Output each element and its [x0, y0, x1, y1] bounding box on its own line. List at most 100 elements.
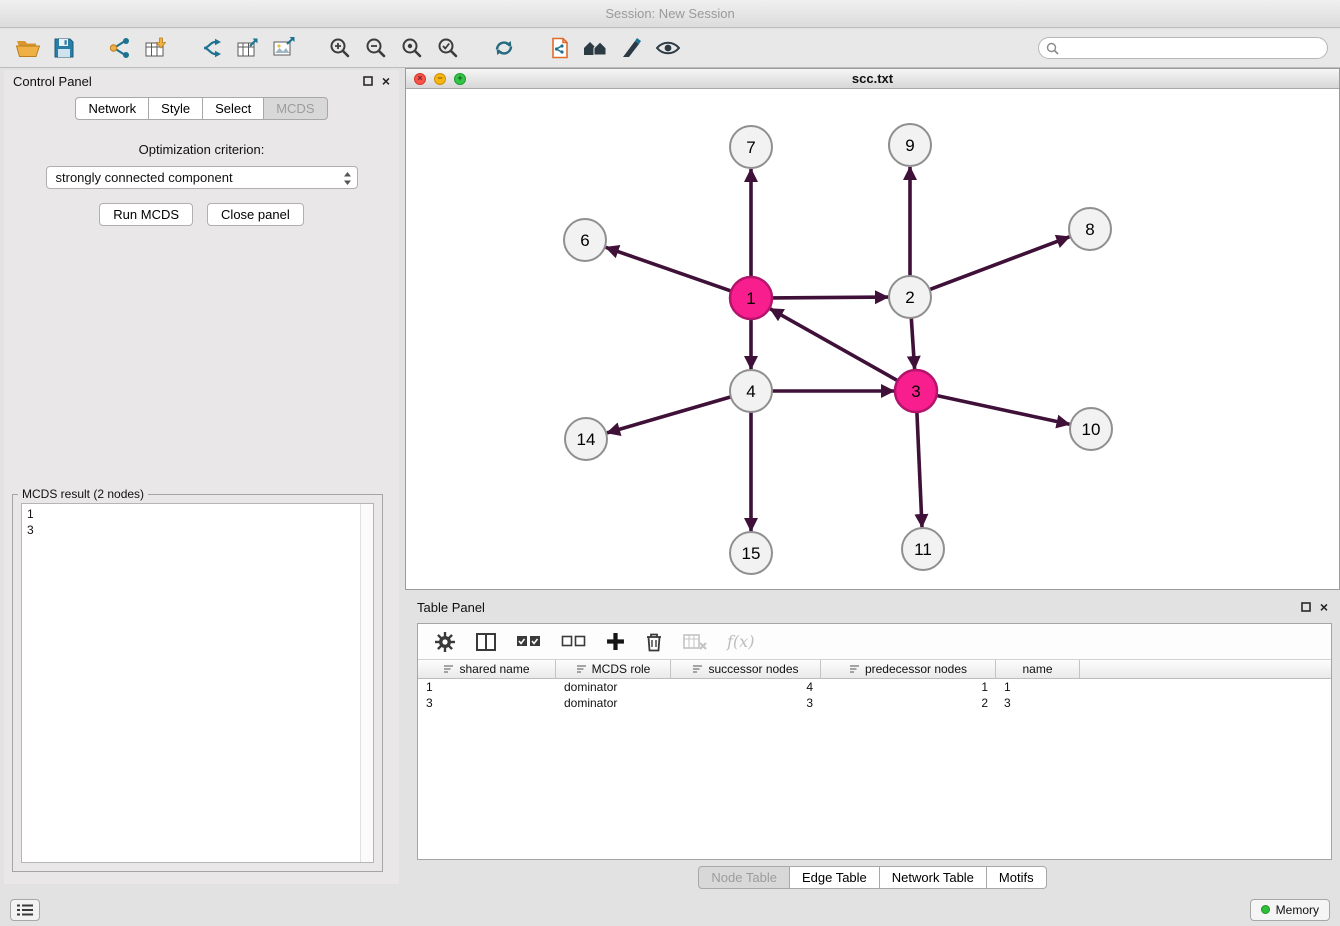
- search-box[interactable]: [1038, 37, 1328, 59]
- function-builder-button: f(x): [727, 632, 754, 651]
- graph-node-6[interactable]: 6: [564, 219, 606, 261]
- result-line: 3: [27, 522, 368, 538]
- import-table-button[interactable]: [138, 32, 174, 64]
- search-icon: [1046, 42, 1059, 55]
- optimization-select[interactable]: strongly connected component: [46, 166, 358, 189]
- tab-edge-table[interactable]: Edge Table: [789, 866, 880, 889]
- network-window-titlebar[interactable]: × − + scc.txt: [406, 69, 1339, 89]
- zoom-in-button[interactable]: [322, 32, 358, 64]
- control-panel: Control Panel × Network Style Select MCD…: [4, 70, 399, 884]
- zoom-fit-button[interactable]: [394, 32, 430, 64]
- graph-node-9[interactable]: 9: [889, 124, 931, 166]
- tab-style[interactable]: Style: [148, 97, 203, 120]
- graph-edge-4-14[interactable]: [607, 397, 731, 433]
- result-scrollbar[interactable]: [360, 504, 373, 862]
- column-header-successor-nodes[interactable]: successor nodes: [671, 660, 821, 678]
- column-header-shared-name[interactable]: shared name: [418, 660, 556, 678]
- graph-edge-3-10[interactable]: [937, 396, 1070, 425]
- table-cell[interactable]: 4: [671, 679, 821, 695]
- zoom-fit-icon: [400, 36, 424, 60]
- close-panel-icon[interactable]: ×: [382, 74, 390, 88]
- show-all-button[interactable]: [578, 32, 614, 64]
- add-column-button[interactable]: [606, 632, 625, 651]
- new-network-button[interactable]: [194, 32, 230, 64]
- graph-edge-1-6[interactable]: [606, 247, 731, 291]
- graph-node-10[interactable]: 10: [1070, 408, 1112, 450]
- graph-node-1[interactable]: 1: [730, 277, 772, 319]
- graph-node-7[interactable]: 7: [730, 126, 772, 168]
- column-header-mcds-role[interactable]: MCDS role: [556, 660, 671, 678]
- table-cell[interactable]: 3: [418, 695, 556, 711]
- run-mcds-button[interactable]: Run MCDS: [99, 203, 193, 226]
- tab-motifs[interactable]: Motifs: [986, 866, 1047, 889]
- close-table-panel-icon[interactable]: ×: [1320, 600, 1328, 614]
- table-row[interactable]: 1 dominator 4 1 1: [418, 679, 1331, 695]
- tab-network-table[interactable]: Network Table: [879, 866, 987, 889]
- minimize-window-icon[interactable]: −: [434, 73, 446, 85]
- float-panel-icon[interactable]: [363, 76, 373, 86]
- share-document-button[interactable]: [542, 32, 578, 64]
- column-header-predecessor-nodes[interactable]: predecessor nodes: [821, 660, 996, 678]
- network-window-title: scc.txt: [852, 71, 893, 86]
- toggle-visibility-button[interactable]: [650, 32, 686, 64]
- apply-layout-button[interactable]: [486, 32, 522, 64]
- choose-columns-button[interactable]: [476, 633, 496, 651]
- graph-node-4[interactable]: 4: [730, 370, 772, 412]
- zoom-out-button[interactable]: [358, 32, 394, 64]
- delete-table-button: [683, 633, 707, 651]
- export-image-button[interactable]: [266, 32, 302, 64]
- table-cell[interactable]: dominator: [556, 679, 671, 695]
- graph-edge-3-11[interactable]: [917, 412, 922, 527]
- graph-node-14[interactable]: 14: [565, 418, 607, 460]
- search-input[interactable]: [1064, 40, 1320, 56]
- column-header-name[interactable]: name: [996, 660, 1080, 678]
- float-table-panel-icon[interactable]: [1301, 602, 1311, 612]
- table-cell[interactable]: 2: [821, 695, 996, 711]
- graph-edge-2-8[interactable]: [930, 237, 1070, 290]
- tab-select[interactable]: Select: [202, 97, 264, 120]
- zoom-selected-button[interactable]: [430, 32, 466, 64]
- table-cell[interactable]: dominator: [556, 695, 671, 711]
- table-panel-title: Table Panel: [417, 600, 485, 615]
- optimization-value: strongly connected component: [56, 170, 233, 185]
- window-titlebar[interactable]: Session: New Session: [0, 0, 1340, 28]
- tab-mcds[interactable]: MCDS: [263, 97, 327, 120]
- filter-button[interactable]: [614, 32, 650, 64]
- graph-node-15[interactable]: 15: [730, 532, 772, 574]
- graph-edge-3-1[interactable]: [770, 309, 898, 381]
- select-all-button[interactable]: [516, 635, 541, 648]
- table-cell[interactable]: 3: [671, 695, 821, 711]
- mcds-result-text[interactable]: 1 3: [21, 503, 374, 863]
- memory-label: Memory: [1276, 903, 1319, 917]
- import-network-button[interactable]: [102, 32, 138, 64]
- export-table-icon: [235, 36, 261, 60]
- graph-node-11[interactable]: 11: [902, 528, 944, 570]
- open-session-button[interactable]: [10, 32, 46, 64]
- table-row[interactable]: 3 dominator 3 2 3: [418, 695, 1331, 711]
- delete-column-button[interactable]: [645, 632, 663, 652]
- export-table-button[interactable]: [230, 32, 266, 64]
- tab-node-table[interactable]: Node Table: [698, 866, 790, 889]
- clear-selection-button[interactable]: [561, 635, 586, 648]
- table-cell[interactable]: 3: [996, 695, 1080, 711]
- save-session-button[interactable]: [46, 32, 82, 64]
- graph-node-2[interactable]: 2: [889, 276, 931, 318]
- graph-edge-1-2[interactable]: [772, 297, 888, 298]
- close-window-icon[interactable]: ×: [414, 73, 426, 85]
- tab-network[interactable]: Network: [75, 97, 149, 120]
- graph-edge-2-3[interactable]: [911, 318, 914, 369]
- memory-button[interactable]: Memory: [1250, 899, 1330, 921]
- network-canvas[interactable]: 7 9 6 8 1 2 4 3 14 10 15 11: [406, 89, 1339, 589]
- save-icon: [52, 36, 76, 60]
- show-panel-button[interactable]: [10, 899, 40, 921]
- table-settings-button[interactable]: [434, 631, 456, 653]
- maximize-window-icon[interactable]: +: [454, 73, 466, 85]
- graph-node-3[interactable]: 3: [895, 370, 937, 412]
- status-bar: Memory: [0, 893, 1340, 926]
- table-cell[interactable]: 1: [996, 679, 1080, 695]
- table-cell[interactable]: 1: [418, 679, 556, 695]
- zoom-out-icon: [364, 36, 388, 60]
- table-cell[interactable]: 1: [821, 679, 996, 695]
- close-panel-button[interactable]: Close panel: [207, 203, 304, 226]
- graph-node-8[interactable]: 8: [1069, 208, 1111, 250]
